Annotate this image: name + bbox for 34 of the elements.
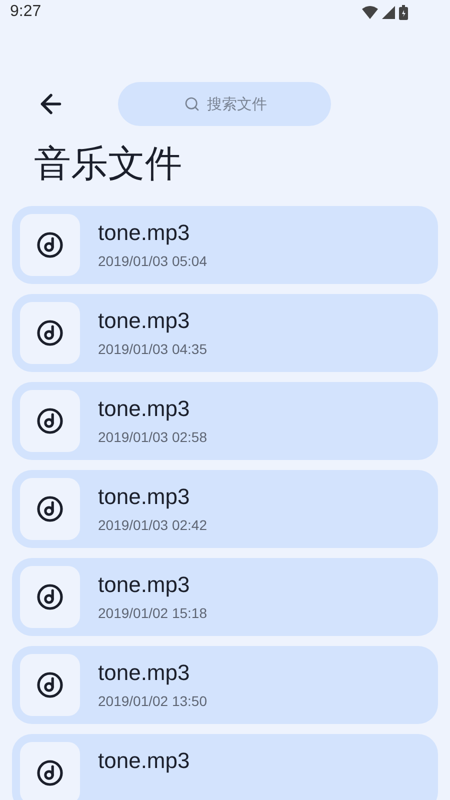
file-date: 2019/01/03 02:58 [98,428,207,447]
music-disc-icon [36,231,64,259]
search-field[interactable]: 搜索文件 [118,82,331,126]
file-list-item[interactable]: tone.mp3 [12,734,438,800]
music-disc-icon [36,759,64,787]
file-list-item[interactable]: tone.mp3 2019/01/03 05:04 [12,206,438,284]
file-name: tone.mp3 [98,219,191,247]
file-date: 2019/01/03 05:04 [98,252,207,271]
file-name: tone.mp3 [98,747,190,775]
file-list-item[interactable]: tone.mp3 2019/01/03 02:58 [12,382,438,460]
file-list-item[interactable]: tone.mp3 2019/01/03 02:42 [12,470,438,548]
music-disc-icon [36,671,64,699]
battery-icon [399,4,408,20]
page-title: 音乐文件 [34,142,183,186]
file-name: tone.mp3 [98,659,191,687]
music-disc-icon [36,407,64,435]
file-name: tone.mp3 [98,571,191,599]
file-list-item[interactable]: tone.mp3 2019/01/03 04:35 [12,294,438,372]
file-name: tone.mp3 [98,307,191,335]
file-name: tone.mp3 [98,483,191,511]
signal-icon [382,6,395,18]
file-date: 2019/01/03 04:35 [98,340,207,359]
music-disc-icon [36,583,64,611]
wifi-icon [362,6,378,18]
file-date: 2019/01/03 02:42 [98,516,207,535]
file-list-item[interactable]: tone.mp3 2019/01/02 15:18 [12,558,438,636]
file-name: tone.mp3 [98,395,191,423]
status-time: 9:27 [10,2,42,22]
music-disc-icon [36,319,64,347]
music-disc-icon [36,495,64,523]
file-date: 2019/01/02 13:50 [98,692,207,711]
file-list-item[interactable]: tone.mp3 2019/01/02 13:50 [12,646,438,724]
file-date: 2019/01/02 15:18 [98,604,207,623]
search-icon [184,96,200,112]
